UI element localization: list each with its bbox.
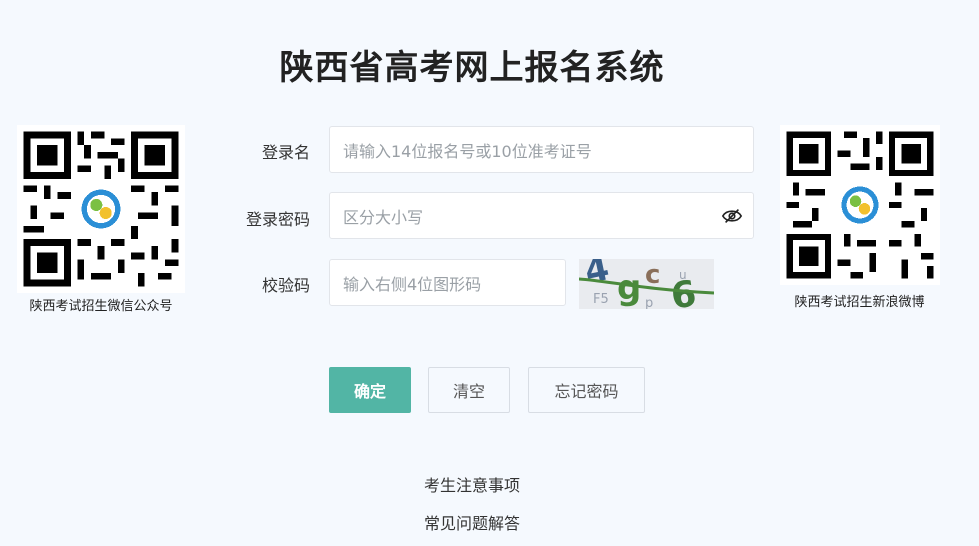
password-label: 登录密码 [245, 210, 310, 229]
wechat-qr-panel: 陕西考试招生微信公众号 [16, 125, 186, 314]
captcha-placeholder: 输入右侧4位图形码 [343, 274, 482, 294]
svg-text:F5: F5 [593, 292, 609, 307]
password-placeholder: 区分大小写 [343, 207, 424, 227]
password-input[interactable]: 区分大小写 [329, 192, 754, 239]
wechat-qr-caption: 陕西考试招生微信公众号 [29, 299, 173, 314]
captcha-image[interactable]: F5 p u 4 g c 6 [579, 259, 714, 309]
svg-text:g: g [617, 268, 641, 308]
page-title: 陕西省高考网上报名系统 [279, 48, 665, 88]
wechat-qr-code [17, 125, 185, 293]
username-input[interactable]: 请输入14位报名号或10位准考证号 [329, 126, 754, 173]
captcha-input[interactable]: 输入右侧4位图形码 [329, 259, 566, 306]
forgot-password-button[interactable]: 忘记密码 [528, 367, 645, 413]
weibo-qr-code [779, 125, 940, 285]
exam-notice-link[interactable]: 考生注意事项 [0, 472, 944, 496]
captcha-label: 校验码 [261, 276, 310, 295]
username-placeholder: 请输入14位报名号或10位准考证号 [343, 141, 592, 161]
weibo-qr-caption: 陕西考试招生新浪微博 [794, 295, 925, 310]
username-label: 登录名 [261, 143, 310, 162]
eye-hidden-icon[interactable] [721, 205, 743, 227]
svg-text:p: p [645, 296, 653, 309]
weibo-qr-panel: 陕西考试招生新浪微博 [778, 125, 941, 310]
clear-button[interactable]: 清空 [428, 367, 510, 413]
confirm-button[interactable]: 确定 [329, 367, 411, 413]
svg-text:c: c [645, 260, 660, 290]
faq-link[interactable]: 常见问题解答 [0, 510, 944, 534]
